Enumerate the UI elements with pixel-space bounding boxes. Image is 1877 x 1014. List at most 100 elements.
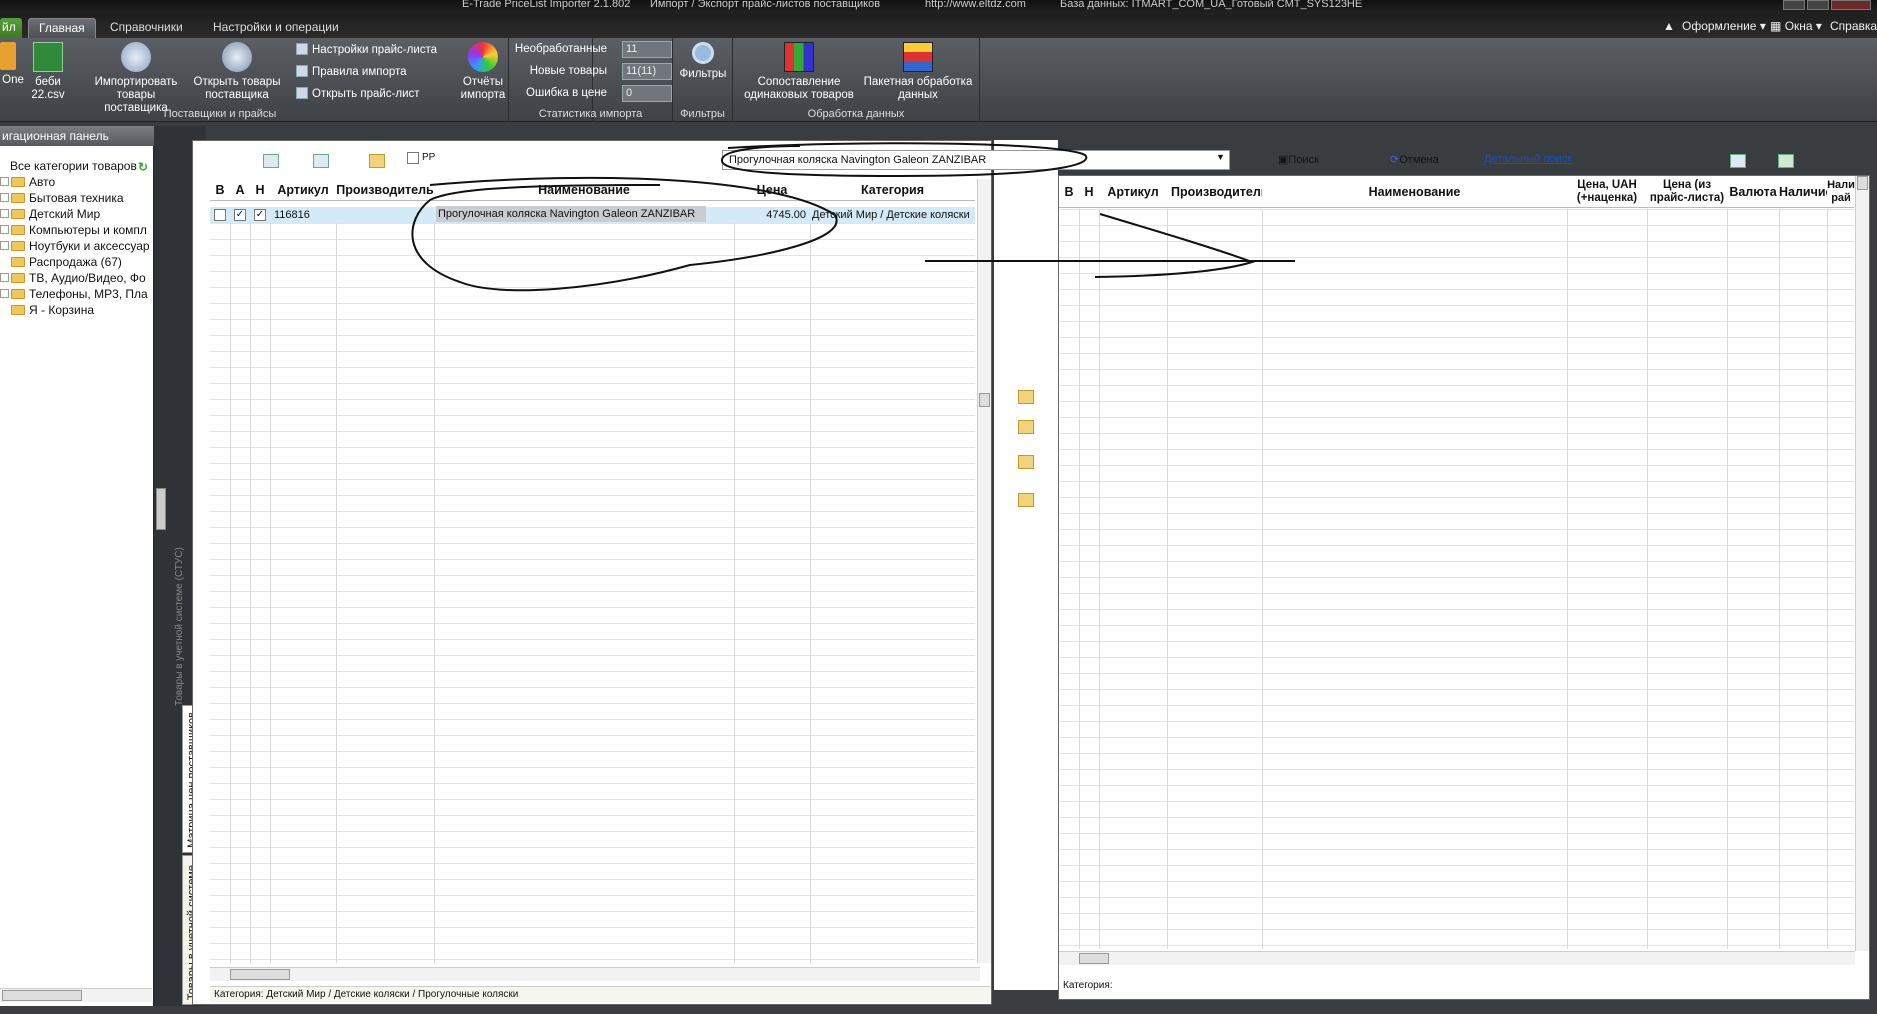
excel-export-icon[interactable] bbox=[1778, 154, 1794, 168]
open-goods-button[interactable]: Открыть товары поставщика bbox=[192, 42, 282, 102]
row-checkbox-a[interactable]: ✓ bbox=[234, 209, 246, 221]
expand-icon bbox=[0, 273, 9, 282]
tree-item-computers[interactable]: Компьютеры и компл bbox=[0, 222, 152, 238]
nav-scrollbar[interactable] bbox=[0, 988, 152, 1002]
tree-item-notebooks[interactable]: Ноутбуки и аксессуар bbox=[0, 238, 152, 254]
col-manufacturer[interactable]: Производитель bbox=[336, 179, 434, 201]
folder-icon bbox=[11, 273, 25, 283]
col-availability[interactable]: Наличие bbox=[1779, 181, 1827, 203]
rules-icon bbox=[296, 65, 308, 77]
tree-item-auto[interactable]: Авто bbox=[0, 174, 152, 190]
col-sku-right[interactable]: Артикул bbox=[1099, 181, 1167, 203]
group-stats-label: Статистика импорта bbox=[538, 108, 643, 120]
left-vertical-scrollbar[interactable] bbox=[977, 179, 991, 963]
search-button[interactable]: ▣Поиск bbox=[1278, 153, 1319, 166]
minimize-ribbon-icon[interactable]: ▲ bbox=[1663, 19, 1675, 33]
row-checkbox-b[interactable] bbox=[214, 209, 226, 221]
tree-item-appliances[interactable]: Бытовая техника bbox=[0, 190, 152, 206]
close-button[interactable] bbox=[1831, 0, 1871, 10]
chevron-down-icon[interactable]: ▼ bbox=[1216, 152, 1225, 162]
tab-file[interactable]: йл bbox=[0, 18, 22, 38]
rr-checkbox[interactable] bbox=[407, 152, 419, 164]
export-icon[interactable] bbox=[263, 154, 279, 168]
filters-button[interactable]: Фильтры bbox=[677, 42, 729, 81]
col-price[interactable]: Цена bbox=[734, 179, 810, 201]
col-b[interactable]: В bbox=[210, 179, 230, 201]
nav-scroll-thumb[interactable] bbox=[2, 990, 82, 1001]
col-n[interactable]: Н bbox=[250, 179, 270, 201]
tab-main[interactable]: Главная bbox=[28, 18, 96, 38]
tree-item-cart[interactable]: Я - Корзина bbox=[0, 302, 152, 318]
right-vscroll-thumb[interactable] bbox=[1857, 176, 1868, 190]
sort-icon-right[interactable] bbox=[1730, 154, 1746, 168]
row-checkbox-n[interactable]: ✓ bbox=[254, 209, 266, 221]
help-menu[interactable]: Справка bbox=[1830, 19, 1877, 33]
row-price: 4745.00 bbox=[766, 209, 806, 221]
col-a[interactable]: А bbox=[230, 179, 250, 201]
col-sku[interactable]: Артикул bbox=[270, 179, 336, 201]
navigation-panel: игационная панель Все категории товаров … bbox=[0, 126, 154, 1006]
one-button[interactable]: One bbox=[0, 42, 26, 87]
add-folder-icon[interactable] bbox=[1018, 420, 1034, 434]
folder-icon bbox=[11, 209, 25, 219]
tree-item-all[interactable]: Все категории товаров bbox=[0, 158, 152, 174]
link-folder-icon[interactable] bbox=[1018, 390, 1034, 404]
refresh-icon[interactable]: ↻ bbox=[138, 160, 152, 174]
table-row[interactable]: ✓ ✓ 116816 Прогулочная коляска Navington… bbox=[210, 206, 975, 223]
open-folder-icon[interactable] bbox=[369, 154, 385, 168]
import-icon bbox=[121, 42, 151, 72]
right-grid-body bbox=[1059, 209, 1854, 949]
minimize-button[interactable] bbox=[1783, 0, 1805, 10]
maximize-button[interactable] bbox=[1807, 0, 1829, 10]
import-rules-button[interactable]: Правила импорта bbox=[296, 63, 407, 81]
edit-folder-icon[interactable] bbox=[1018, 455, 1034, 469]
right-horizontal-scrollbar[interactable] bbox=[1059, 951, 1855, 965]
title-app: E-Trade PriceList Importer 2.1.802 bbox=[462, 0, 631, 10]
cancel-button[interactable]: ⟳Отмена bbox=[1390, 153, 1439, 166]
price-error-value: 0 bbox=[622, 85, 672, 102]
unprocessed-label: Необработанные bbox=[514, 43, 607, 55]
batch-cube-icon bbox=[903, 42, 933, 72]
right-vertical-scrollbar[interactable] bbox=[1855, 176, 1869, 951]
col-currency[interactable]: Валюта bbox=[1727, 181, 1779, 203]
splitter-handle[interactable] bbox=[156, 488, 166, 530]
tab-reference[interactable]: Справочники bbox=[100, 18, 193, 38]
group-data: Сопоставление одинаковых товаров Пакетна… bbox=[733, 38, 980, 122]
col-price-uah[interactable]: Цена, UAH (+наценка) bbox=[1567, 176, 1647, 208]
col-n-right[interactable]: Н bbox=[1079, 181, 1099, 203]
col-availability-pricelist[interactable]: Нали рай bbox=[1827, 176, 1855, 208]
col-name-right[interactable]: Наименование bbox=[1262, 181, 1567, 203]
col-name[interactable]: Наименование bbox=[434, 179, 734, 201]
open-pricelist-button[interactable]: Открыть прайс-лист bbox=[296, 85, 420, 103]
group-suppliers-label: Поставщики и прайсы bbox=[163, 108, 277, 120]
windows-menu[interactable]: ▦ Окна ▾ bbox=[1770, 19, 1822, 33]
search-input[interactable]: Прогулочная коляска Navington Galeon ZAN… bbox=[722, 150, 1230, 170]
pricelist-settings-button[interactable]: Настройки прайс-листа bbox=[296, 41, 437, 59]
left-horizontal-scrollbar[interactable] bbox=[210, 967, 980, 981]
col-category[interactable]: Категория bbox=[810, 179, 975, 201]
design-menu[interactable]: Оформление ▾ bbox=[1682, 19, 1766, 33]
row-name[interactable]: Прогулочная коляска Navington Galeon ZAN… bbox=[436, 206, 706, 222]
csv-file-button[interactable]: беби 22.csv bbox=[28, 42, 68, 102]
new-goods-label: Новые товары bbox=[529, 65, 607, 77]
col-b-right[interactable]: В bbox=[1059, 181, 1079, 203]
new-goods-value: 11(11) bbox=[622, 63, 672, 80]
detailed-search-link[interactable]: Детальный поиск bbox=[1484, 153, 1572, 165]
excel-icon bbox=[33, 42, 63, 72]
left-hscroll-thumb[interactable] bbox=[230, 969, 290, 980]
tab-settings[interactable]: Настройки и операции bbox=[203, 18, 349, 38]
copy-folder-icon[interactable] bbox=[1018, 493, 1034, 507]
folder-icon bbox=[11, 257, 25, 267]
tree-item-tv[interactable]: ТВ, Аудио/Видео, Фо bbox=[0, 270, 152, 286]
right-hscroll-thumb[interactable] bbox=[1079, 953, 1109, 964]
sort-icon[interactable] bbox=[313, 154, 329, 168]
tree-item-kids[interactable]: Детский Мир bbox=[0, 206, 152, 222]
left-vscroll-thumb[interactable] bbox=[979, 393, 990, 407]
tree-item-sale[interactable]: Распродажа (67) bbox=[0, 254, 152, 270]
tree-item-phones[interactable]: Телефоны, MP3, Пла bbox=[0, 286, 152, 302]
compare-goods-button[interactable]: Сопоставление одинаковых товаров bbox=[739, 42, 859, 102]
col-manufacturer-right[interactable]: Производитель bbox=[1167, 181, 1262, 203]
col-price-pricelist[interactable]: Цена (из прайс-листа) bbox=[1647, 176, 1727, 208]
batch-processing-button[interactable]: Пакетная обработка данных bbox=[863, 42, 973, 102]
import-goods-button[interactable]: Импортировать товары поставщика bbox=[88, 42, 184, 115]
